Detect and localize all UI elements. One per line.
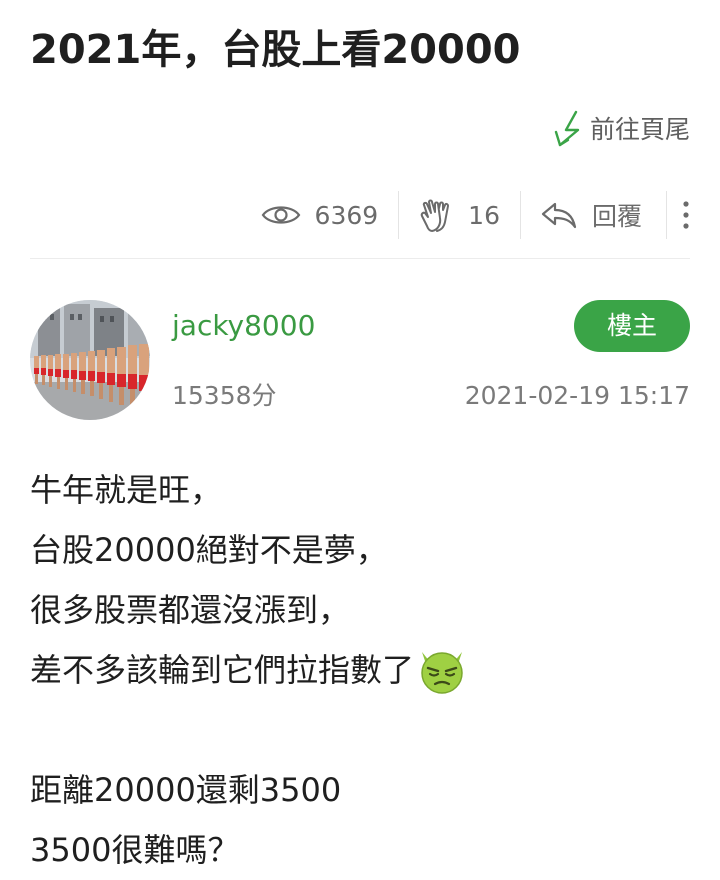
post-content: 牛年就是旺， 台股20000絕對不是夢， 很多股票都還沒漲到， 差不多該輪到它們… [30, 460, 690, 880]
clap-button[interactable]: 16 [398, 188, 520, 242]
content-line: 牛年就是旺， [30, 460, 690, 520]
vertical-dots-icon [683, 201, 689, 229]
reply-label: 回覆 [591, 202, 642, 231]
post-title: 2021年，台股上看20000 [30, 27, 521, 73]
views-count: 6369 [314, 200, 379, 230]
content-text: 台股20000絕對不是夢， [30, 531, 388, 569]
header-divider [30, 258, 690, 259]
avatar-image [30, 300, 150, 420]
content-line: 很多股票都還沒漲到， [30, 580, 690, 640]
content-text: 很多股票都還沒漲到， [30, 591, 351, 629]
content-line: 台股20000絕對不是夢， [30, 520, 690, 580]
content-blank-line [30, 700, 690, 760]
down-left-arrow-icon [554, 110, 580, 147]
content-line: 3500很難嗎？ [30, 820, 690, 880]
avatar[interactable] [30, 300, 150, 420]
content-text: 差不多該輪到它們拉指數了 [30, 651, 415, 689]
content-text: 距離20000還剩3500 [30, 771, 342, 809]
reply-arrow-icon [541, 202, 577, 229]
more-options-button[interactable] [666, 188, 706, 242]
content-line: 距離20000還剩3500 [30, 760, 690, 820]
content-text: 牛年就是旺， [30, 471, 223, 509]
reply-button[interactable]: 回覆 [519, 188, 662, 242]
clap-hands-icon [420, 199, 450, 232]
content-line: 差不多該輪到它們拉指數了 [30, 640, 690, 700]
post-timestamp: 2021-02-19 15:17 [464, 381, 690, 410]
eye-icon [261, 206, 300, 224]
author-username[interactable]: jacky8000 [172, 306, 315, 346]
post-stats-bar: 6369 16 回覆 [241, 188, 706, 242]
author-points: 15358分 [172, 381, 277, 410]
views-stat: 6369 [241, 188, 399, 242]
clap-count: 16 [468, 200, 500, 230]
green-devil-face-emoji-icon [421, 652, 463, 694]
goto-end-label: 前往頁尾 [589, 115, 690, 144]
op-badge: 樓主 [574, 300, 690, 352]
goto-end-button[interactable]: 前往頁尾 [548, 108, 690, 148]
content-text: 3500很難嗎？ [30, 831, 240, 869]
